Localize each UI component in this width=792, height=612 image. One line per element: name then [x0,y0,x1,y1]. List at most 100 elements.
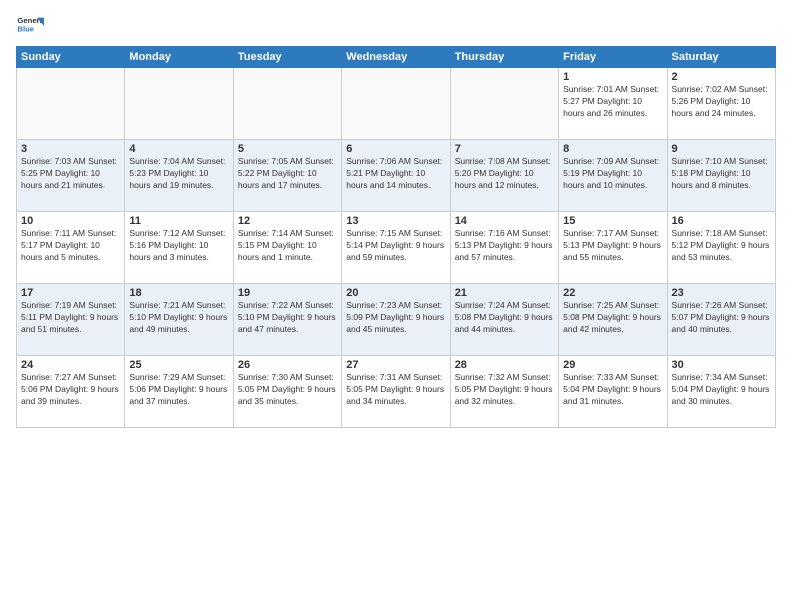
day-info: Sunrise: 7:25 AM Sunset: 5:08 PM Dayligh… [563,300,662,336]
page-container: General Blue SundayMondayTuesdayWednesda… [0,0,792,436]
day-info: Sunrise: 7:17 AM Sunset: 5:13 PM Dayligh… [563,228,662,264]
day-info: Sunrise: 7:11 AM Sunset: 5:17 PM Dayligh… [21,228,120,264]
day-info: Sunrise: 7:23 AM Sunset: 5:09 PM Dayligh… [346,300,445,336]
day-info: Sunrise: 7:22 AM Sunset: 5:10 PM Dayligh… [238,300,337,336]
calendar-cell: 1Sunrise: 7:01 AM Sunset: 5:27 PM Daylig… [559,68,667,140]
calendar-cell: 16Sunrise: 7:18 AM Sunset: 5:12 PM Dayli… [667,212,775,284]
weekday-header-row: SundayMondayTuesdayWednesdayThursdayFrid… [17,47,776,68]
weekday-wednesday: Wednesday [342,47,450,68]
calendar-cell [17,68,125,140]
day-number: 5 [238,143,337,155]
calendar-cell: 18Sunrise: 7:21 AM Sunset: 5:10 PM Dayli… [125,284,233,356]
day-number: 6 [346,143,445,155]
day-number: 20 [346,287,445,299]
calendar-cell: 7Sunrise: 7:08 AM Sunset: 5:20 PM Daylig… [450,140,558,212]
week-row-0: 1Sunrise: 7:01 AM Sunset: 5:27 PM Daylig… [17,68,776,140]
day-number: 22 [563,287,662,299]
weekday-monday: Monday [125,47,233,68]
weekday-friday: Friday [559,47,667,68]
day-number: 27 [346,359,445,371]
day-info: Sunrise: 7:34 AM Sunset: 5:04 PM Dayligh… [672,372,771,408]
day-info: Sunrise: 7:04 AM Sunset: 5:23 PM Dayligh… [129,156,228,192]
day-number: 24 [21,359,120,371]
logo-icon: General Blue [16,12,44,40]
day-info: Sunrise: 7:27 AM Sunset: 5:06 PM Dayligh… [21,372,120,408]
calendar-cell: 26Sunrise: 7:30 AM Sunset: 5:05 PM Dayli… [233,356,341,428]
day-number: 8 [563,143,662,155]
calendar-cell: 19Sunrise: 7:22 AM Sunset: 5:10 PM Dayli… [233,284,341,356]
calendar-table: SundayMondayTuesdayWednesdayThursdayFrid… [16,46,776,428]
day-number: 17 [21,287,120,299]
day-info: Sunrise: 7:05 AM Sunset: 5:22 PM Dayligh… [238,156,337,192]
day-info: Sunrise: 7:18 AM Sunset: 5:12 PM Dayligh… [672,228,771,264]
day-number: 3 [21,143,120,155]
calendar-cell: 10Sunrise: 7:11 AM Sunset: 5:17 PM Dayli… [17,212,125,284]
day-number: 30 [672,359,771,371]
calendar-cell: 6Sunrise: 7:06 AM Sunset: 5:21 PM Daylig… [342,140,450,212]
day-number: 12 [238,215,337,227]
day-number: 14 [455,215,554,227]
day-info: Sunrise: 7:12 AM Sunset: 5:16 PM Dayligh… [129,228,228,264]
day-info: Sunrise: 7:09 AM Sunset: 5:19 PM Dayligh… [563,156,662,192]
calendar-cell: 21Sunrise: 7:24 AM Sunset: 5:08 PM Dayli… [450,284,558,356]
day-number: 11 [129,215,228,227]
weekday-saturday: Saturday [667,47,775,68]
day-number: 9 [672,143,771,155]
day-info: Sunrise: 7:01 AM Sunset: 5:27 PM Dayligh… [563,84,662,120]
day-info: Sunrise: 7:14 AM Sunset: 5:15 PM Dayligh… [238,228,337,264]
calendar-cell: 27Sunrise: 7:31 AM Sunset: 5:05 PM Dayli… [342,356,450,428]
day-info: Sunrise: 7:08 AM Sunset: 5:20 PM Dayligh… [455,156,554,192]
day-number: 26 [238,359,337,371]
weekday-sunday: Sunday [17,47,125,68]
day-info: Sunrise: 7:03 AM Sunset: 5:25 PM Dayligh… [21,156,120,192]
header: General Blue [16,12,776,40]
calendar-cell [342,68,450,140]
week-row-1: 3Sunrise: 7:03 AM Sunset: 5:25 PM Daylig… [17,140,776,212]
calendar-cell: 4Sunrise: 7:04 AM Sunset: 5:23 PM Daylig… [125,140,233,212]
logo: General Blue [16,12,44,40]
day-info: Sunrise: 7:32 AM Sunset: 5:05 PM Dayligh… [455,372,554,408]
week-row-2: 10Sunrise: 7:11 AM Sunset: 5:17 PM Dayli… [17,212,776,284]
weekday-thursday: Thursday [450,47,558,68]
day-info: Sunrise: 7:16 AM Sunset: 5:13 PM Dayligh… [455,228,554,264]
calendar-cell: 3Sunrise: 7:03 AM Sunset: 5:25 PM Daylig… [17,140,125,212]
calendar-cell: 30Sunrise: 7:34 AM Sunset: 5:04 PM Dayli… [667,356,775,428]
weekday-tuesday: Tuesday [233,47,341,68]
day-info: Sunrise: 7:06 AM Sunset: 5:21 PM Dayligh… [346,156,445,192]
day-info: Sunrise: 7:30 AM Sunset: 5:05 PM Dayligh… [238,372,337,408]
week-row-3: 17Sunrise: 7:19 AM Sunset: 5:11 PM Dayli… [17,284,776,356]
calendar-cell: 13Sunrise: 7:15 AM Sunset: 5:14 PM Dayli… [342,212,450,284]
calendar-cell: 15Sunrise: 7:17 AM Sunset: 5:13 PM Dayli… [559,212,667,284]
day-info: Sunrise: 7:26 AM Sunset: 5:07 PM Dayligh… [672,300,771,336]
calendar-cell: 9Sunrise: 7:10 AM Sunset: 5:18 PM Daylig… [667,140,775,212]
day-info: Sunrise: 7:21 AM Sunset: 5:10 PM Dayligh… [129,300,228,336]
day-info: Sunrise: 7:15 AM Sunset: 5:14 PM Dayligh… [346,228,445,264]
day-info: Sunrise: 7:31 AM Sunset: 5:05 PM Dayligh… [346,372,445,408]
calendar-cell: 24Sunrise: 7:27 AM Sunset: 5:06 PM Dayli… [17,356,125,428]
day-number: 28 [455,359,554,371]
calendar-cell [125,68,233,140]
day-info: Sunrise: 7:10 AM Sunset: 5:18 PM Dayligh… [672,156,771,192]
calendar-cell: 12Sunrise: 7:14 AM Sunset: 5:15 PM Dayli… [233,212,341,284]
calendar-cell: 20Sunrise: 7:23 AM Sunset: 5:09 PM Dayli… [342,284,450,356]
svg-text:Blue: Blue [17,25,34,34]
calendar-cell [450,68,558,140]
calendar-cell: 22Sunrise: 7:25 AM Sunset: 5:08 PM Dayli… [559,284,667,356]
day-info: Sunrise: 7:24 AM Sunset: 5:08 PM Dayligh… [455,300,554,336]
calendar-cell: 14Sunrise: 7:16 AM Sunset: 5:13 PM Dayli… [450,212,558,284]
day-number: 15 [563,215,662,227]
calendar-cell: 2Sunrise: 7:02 AM Sunset: 5:26 PM Daylig… [667,68,775,140]
day-info: Sunrise: 7:19 AM Sunset: 5:11 PM Dayligh… [21,300,120,336]
day-number: 10 [21,215,120,227]
week-row-4: 24Sunrise: 7:27 AM Sunset: 5:06 PM Dayli… [17,356,776,428]
day-number: 23 [672,287,771,299]
day-number: 16 [672,215,771,227]
day-number: 25 [129,359,228,371]
calendar-cell: 28Sunrise: 7:32 AM Sunset: 5:05 PM Dayli… [450,356,558,428]
calendar-cell [233,68,341,140]
day-number: 29 [563,359,662,371]
calendar-cell: 5Sunrise: 7:05 AM Sunset: 5:22 PM Daylig… [233,140,341,212]
day-info: Sunrise: 7:02 AM Sunset: 5:26 PM Dayligh… [672,84,771,120]
day-number: 4 [129,143,228,155]
day-info: Sunrise: 7:29 AM Sunset: 5:06 PM Dayligh… [129,372,228,408]
